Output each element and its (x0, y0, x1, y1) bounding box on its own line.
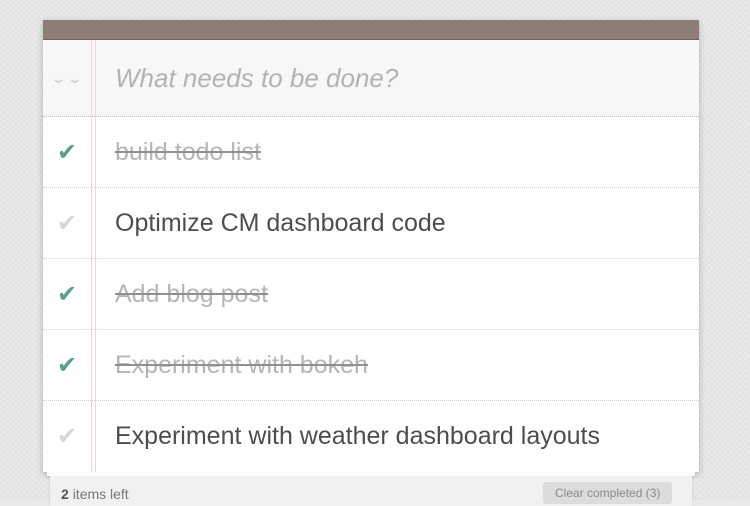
todo-item: ✔ build todo list (43, 117, 699, 188)
todo-label[interactable]: Experiment with bokeh (115, 330, 368, 400)
todo-checkbox[interactable]: ✔ (43, 117, 91, 187)
toggle-all-button[interactable]: ⌄⌄ (43, 40, 91, 116)
todo-checkbox[interactable]: ✔ (43, 401, 91, 471)
todo-item: ✔ Experiment with weather dashboard layo… (43, 401, 699, 471)
app-topbar (43, 20, 699, 40)
todo-list: ✔ build todo list ✔ Optimize CM dashboar… (43, 117, 699, 471)
checkmark-icon: ✔ (56, 138, 78, 166)
todo-item: ✔ Add blog post (43, 259, 699, 330)
todo-checkbox[interactable]: ✔ (43, 259, 91, 329)
todo-app: ⌄⌄ ✔ build todo list ✔ Optimize CM dashb… (43, 20, 707, 472)
checkmark-icon: ✔ (56, 209, 78, 237)
new-todo-input[interactable] (103, 40, 707, 116)
todo-label[interactable]: build todo list (115, 117, 261, 187)
todo-label[interactable]: Experiment with weather dashboard layout… (115, 401, 600, 471)
todo-footer: 2 items left Clear completed (3) (50, 476, 692, 506)
checkmark-icon: ✔ (56, 351, 78, 379)
clear-completed-button[interactable]: Clear completed (3) (543, 482, 673, 504)
checkmark-icon: ✔ (56, 422, 78, 450)
double-chevron-down-icon: ⌄⌄ (50, 69, 84, 86)
todo-item: ✔ Optimize CM dashboard code (43, 188, 699, 259)
todo-checkbox[interactable]: ✔ (43, 188, 91, 258)
checkmark-icon: ✔ (56, 280, 78, 308)
todo-item: ✔ Experiment with bokeh (43, 330, 699, 401)
todo-label[interactable]: Add blog post (115, 259, 268, 329)
todo-header: ⌄⌄ (43, 40, 707, 117)
todo-checkbox[interactable]: ✔ (43, 330, 91, 400)
todo-label[interactable]: Optimize CM dashboard code (115, 188, 446, 258)
